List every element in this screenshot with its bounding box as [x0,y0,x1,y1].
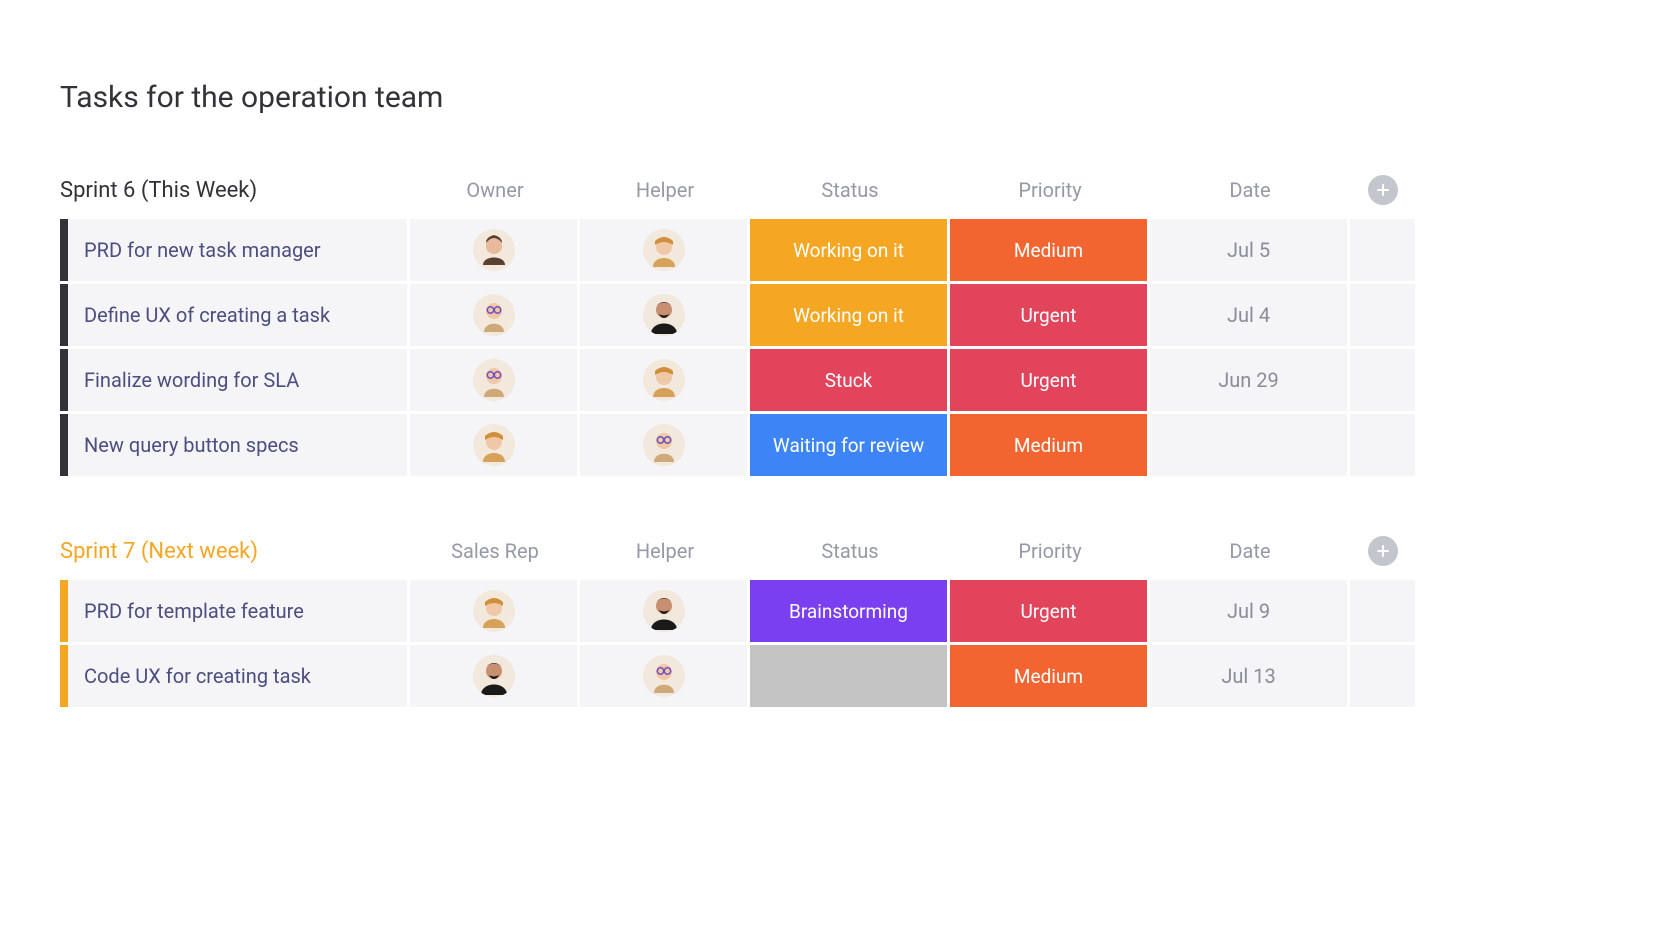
column-header-date[interactable]: Date [1150,539,1350,563]
priority-cell[interactable]: Medium [950,645,1147,707]
date-cell[interactable] [1150,414,1347,476]
column-header-helper[interactable]: Helper [580,539,750,563]
table-row: Code UX for creating task Medium Jul 13 [60,645,1416,707]
row-stripe [60,284,68,346]
board-title: Tasks for the operation team [60,80,1416,115]
column-header-sales-rep[interactable]: Sales Rep [410,539,580,563]
status-cell[interactable]: Working on it [750,284,947,346]
task-name-cell[interactable]: Finalize wording for SLA [68,349,407,411]
avatar[interactable] [473,229,515,271]
avatar[interactable] [643,424,685,466]
end-cell [1350,284,1415,346]
group-sprint-7: Sprint 7 (Next week) Sales Rep Helper St… [60,536,1416,707]
plus-icon [1375,182,1391,198]
column-header-owner[interactable]: Owner [410,178,580,202]
group-sprint-6: Sprint 6 (This Week) Owner Helper Status… [60,175,1416,476]
group-header: Sprint 7 (Next week) Sales Rep Helper St… [60,536,1416,566]
column-header-helper[interactable]: Helper [580,178,750,202]
helper-cell[interactable] [580,580,747,642]
row-stripe [60,414,68,476]
row-stripe [60,219,68,281]
table-row: Define UX of creating a task Working on … [60,284,1416,346]
task-name-cell[interactable]: PRD for new task manager [68,219,407,281]
group-title[interactable]: Sprint 6 (This Week) [60,178,410,203]
avatar[interactable] [643,229,685,271]
end-cell [1350,349,1415,411]
column-header-status[interactable]: Status [750,539,950,563]
avatar[interactable] [473,359,515,401]
avatar[interactable] [473,294,515,336]
date-cell[interactable]: Jun 29 [1150,349,1347,411]
owner-cell[interactable] [410,349,577,411]
table-row: PRD for new task manager Working on it M… [60,219,1416,281]
avatar[interactable] [473,424,515,466]
group-title[interactable]: Sprint 7 (Next week) [60,539,410,564]
helper-cell[interactable] [580,219,747,281]
helper-cell[interactable] [580,284,747,346]
priority-cell[interactable]: Urgent [950,284,1147,346]
date-cell[interactable]: Jul 9 [1150,580,1347,642]
table-row: PRD for template feature Brainstorming U… [60,580,1416,642]
status-cell[interactable]: Waiting for review [750,414,947,476]
helper-cell[interactable] [580,645,747,707]
owner-cell[interactable] [410,219,577,281]
task-name-cell[interactable]: PRD for template feature [68,580,407,642]
helper-cell[interactable] [580,414,747,476]
column-header-priority[interactable]: Priority [950,539,1150,563]
avatar[interactable] [473,590,515,632]
avatar[interactable] [473,655,515,697]
table-row: Finalize wording for SLA Stuck Urgent Ju… [60,349,1416,411]
end-cell [1350,219,1415,281]
column-header-status[interactable]: Status [750,178,950,202]
end-cell [1350,414,1415,476]
row-stripe [60,645,68,707]
priority-cell[interactable]: Medium [950,219,1147,281]
date-cell[interactable]: Jul 4 [1150,284,1347,346]
priority-cell[interactable]: Medium [950,414,1147,476]
row-stripe [60,580,68,642]
owner-cell[interactable] [410,414,577,476]
status-cell[interactable] [750,645,947,707]
avatar[interactable] [643,294,685,336]
avatar[interactable] [643,655,685,697]
add-column-button[interactable] [1368,175,1398,205]
group-header: Sprint 6 (This Week) Owner Helper Status… [60,175,1416,205]
status-cell[interactable]: Working on it [750,219,947,281]
date-cell[interactable]: Jul 5 [1150,219,1347,281]
plus-icon [1375,543,1391,559]
add-column-button[interactable] [1368,536,1398,566]
task-name-cell[interactable]: Code UX for creating task [68,645,407,707]
helper-cell[interactable] [580,349,747,411]
end-cell [1350,580,1415,642]
task-name-cell[interactable]: New query button specs [68,414,407,476]
avatar[interactable] [643,590,685,632]
date-cell[interactable]: Jul 13 [1150,645,1347,707]
table-row: New query button specs Waiting for revie… [60,414,1416,476]
priority-cell[interactable]: Urgent [950,580,1147,642]
owner-cell[interactable] [410,580,577,642]
column-header-priority[interactable]: Priority [950,178,1150,202]
avatar[interactable] [643,359,685,401]
owner-cell[interactable] [410,645,577,707]
owner-cell[interactable] [410,284,577,346]
status-cell[interactable]: Stuck [750,349,947,411]
column-header-date[interactable]: Date [1150,178,1350,202]
priority-cell[interactable]: Urgent [950,349,1147,411]
status-cell[interactable]: Brainstorming [750,580,947,642]
end-cell [1350,645,1415,707]
row-stripe [60,349,68,411]
task-name-cell[interactable]: Define UX of creating a task [68,284,407,346]
